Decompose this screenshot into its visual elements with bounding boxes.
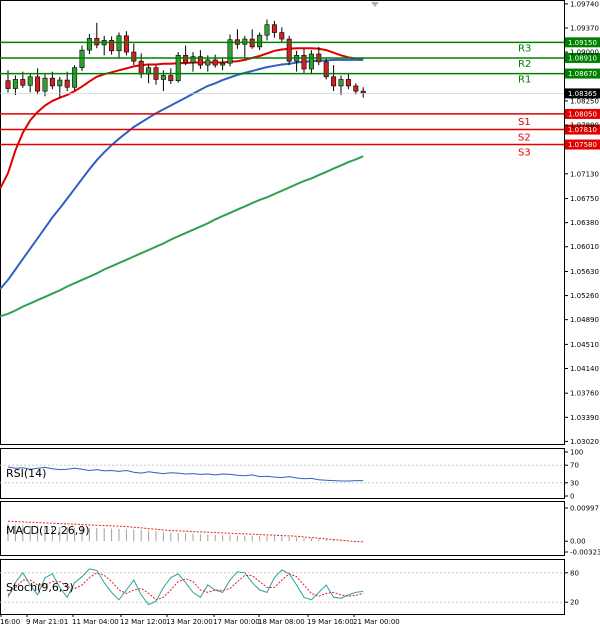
- price-tick-label: 1.03020: [570, 438, 599, 446]
- price-tick-label: 1.03760: [570, 390, 599, 398]
- candle-body: [353, 85, 359, 92]
- macd-axis-label: -0.00323: [570, 549, 600, 557]
- level-badge-label-R3: 1.09150: [568, 39, 597, 47]
- rsi-panel: 100 70 30 0 RSI(14): [0, 448, 583, 501]
- level-name-S2: S2: [518, 133, 531, 144]
- candle-body: [279, 32, 285, 40]
- candle-body: [20, 79, 26, 86]
- candle-body: [205, 59, 211, 66]
- time-axis: 16:00 9 Mar 21:01 11 Mar 04:00 12 Mar 12:00…: [0, 614, 400, 626]
- rsi-axis-label: 70: [570, 462, 579, 470]
- price-tick-label: 1.06750: [570, 195, 599, 203]
- candle-body: [331, 76, 337, 87]
- candle-body: [271, 24, 277, 33]
- time-axis-label: 19 Mar 16:00: [307, 618, 354, 626]
- candle-body: [57, 79, 63, 87]
- price-tick-label: 1.06010: [570, 243, 599, 251]
- price-tick-label: 1.05630: [570, 268, 599, 276]
- candle-body: [345, 79, 351, 87]
- price-tick-label: 1.04890: [570, 316, 599, 324]
- time-axis-label: 16:00: [0, 618, 20, 626]
- stoch-title: Stoch(9,6,3): [6, 581, 74, 594]
- stoch-axis-label: 80: [570, 569, 579, 577]
- price-tick-label: 1.09000: [570, 49, 599, 57]
- rsi-panel-border: [0, 448, 565, 499]
- level-name-R1: R1: [518, 75, 531, 86]
- main-panel: R31.09150R21.08910R11.08670S11.08050S21.…: [0, 0, 600, 446]
- macd-title: MACD(12,26,9): [6, 524, 90, 537]
- candle-body: [168, 75, 174, 82]
- rsi-axis-label: 0: [570, 493, 574, 501]
- level-name-R3: R3: [518, 43, 531, 54]
- stoch-panel-border: [0, 559, 565, 615]
- price-tick-label: 1.08250: [570, 97, 599, 105]
- candle-body: [5, 80, 11, 89]
- candle-body: [220, 62, 226, 66]
- candle-body: [42, 77, 48, 92]
- candle-body: [264, 24, 270, 36]
- level-badge-label-S3: 1.07580: [568, 141, 597, 149]
- candle-body: [131, 51, 137, 62]
- candle-body: [227, 39, 233, 64]
- price-tick-label: 1.04140: [570, 365, 599, 373]
- candle-body: [183, 55, 189, 63]
- price-tick-label: 1.05260: [570, 292, 599, 300]
- time-axis-label: 12 Mar 12:00: [120, 618, 167, 626]
- price-tick-label: 1.06380: [570, 219, 599, 227]
- main-panel-border: [0, 0, 565, 445]
- level-name-S3: S3: [518, 148, 531, 159]
- rsi-axis-label: 100: [570, 449, 583, 457]
- candle-body: [79, 49, 85, 69]
- time-axis-label: 11 Mar 04:00: [72, 618, 119, 626]
- candle-body: [138, 60, 144, 75]
- candle-body: [35, 76, 41, 92]
- stoch-axis-label: 20: [570, 599, 579, 607]
- price-tick-label: 1.09740: [570, 0, 599, 8]
- candle-body: [64, 79, 70, 88]
- candle-body: [72, 67, 78, 88]
- candle-body: [123, 35, 129, 53]
- candle-body: [360, 90, 366, 94]
- candle-body: [308, 53, 314, 70]
- candle-body: [160, 75, 166, 80]
- time-axis-label: 9 Mar 21:01: [26, 618, 68, 626]
- candle-body: [116, 35, 122, 52]
- candle-body: [257, 34, 263, 48]
- time-axis-label: 18 Mar 08:00: [258, 618, 305, 626]
- time-axis-label: 17 Mar 00:00: [213, 618, 260, 626]
- candle-body: [12, 79, 18, 89]
- time-axis-label: 13 Mar 20:00: [166, 618, 213, 626]
- candle-body: [175, 55, 181, 82]
- rsi-axis-label: 30: [570, 479, 579, 487]
- level-badge-label-R1: 1.08670: [568, 70, 597, 78]
- price-tick-label: 1.07880: [570, 121, 599, 129]
- price-tick-label: 1.07130: [570, 170, 599, 178]
- candle-body: [323, 61, 329, 78]
- candle-body: [27, 76, 33, 86]
- price-tick-label: 1.09370: [570, 24, 599, 32]
- candle-body: [212, 59, 218, 66]
- stoch-panel: 80 20 Stoch(9,6,3): [0, 559, 579, 615]
- level-name-R2: R2: [518, 59, 531, 70]
- time-axis-label: 21 Mar 00:00: [353, 618, 400, 626]
- macd-panel: 0.00997 0.00 -0.00323 MACD(12,26,9): [0, 501, 600, 557]
- price-tick-label: 1.03390: [570, 414, 599, 422]
- candle-body: [86, 38, 92, 51]
- price-tick-label: 1.04510: [570, 341, 599, 349]
- price-axis: 1.09740 1.09370 1.09000 1.08250 1.07880 1.071…: [564, 0, 599, 446]
- candle-body: [338, 79, 344, 87]
- rsi-title: RSI(14): [6, 467, 46, 480]
- macd-axis-label: 0.00997: [570, 505, 599, 513]
- level-name-S1: S1: [518, 117, 531, 128]
- candle-body: [49, 77, 55, 87]
- chart-canvas: R31.09150R21.08910R11.08670S11.08050S21.…: [0, 0, 600, 626]
- macd-axis-label: 0.00: [570, 538, 586, 546]
- level-badge-label-S1: 1.08050: [568, 110, 597, 118]
